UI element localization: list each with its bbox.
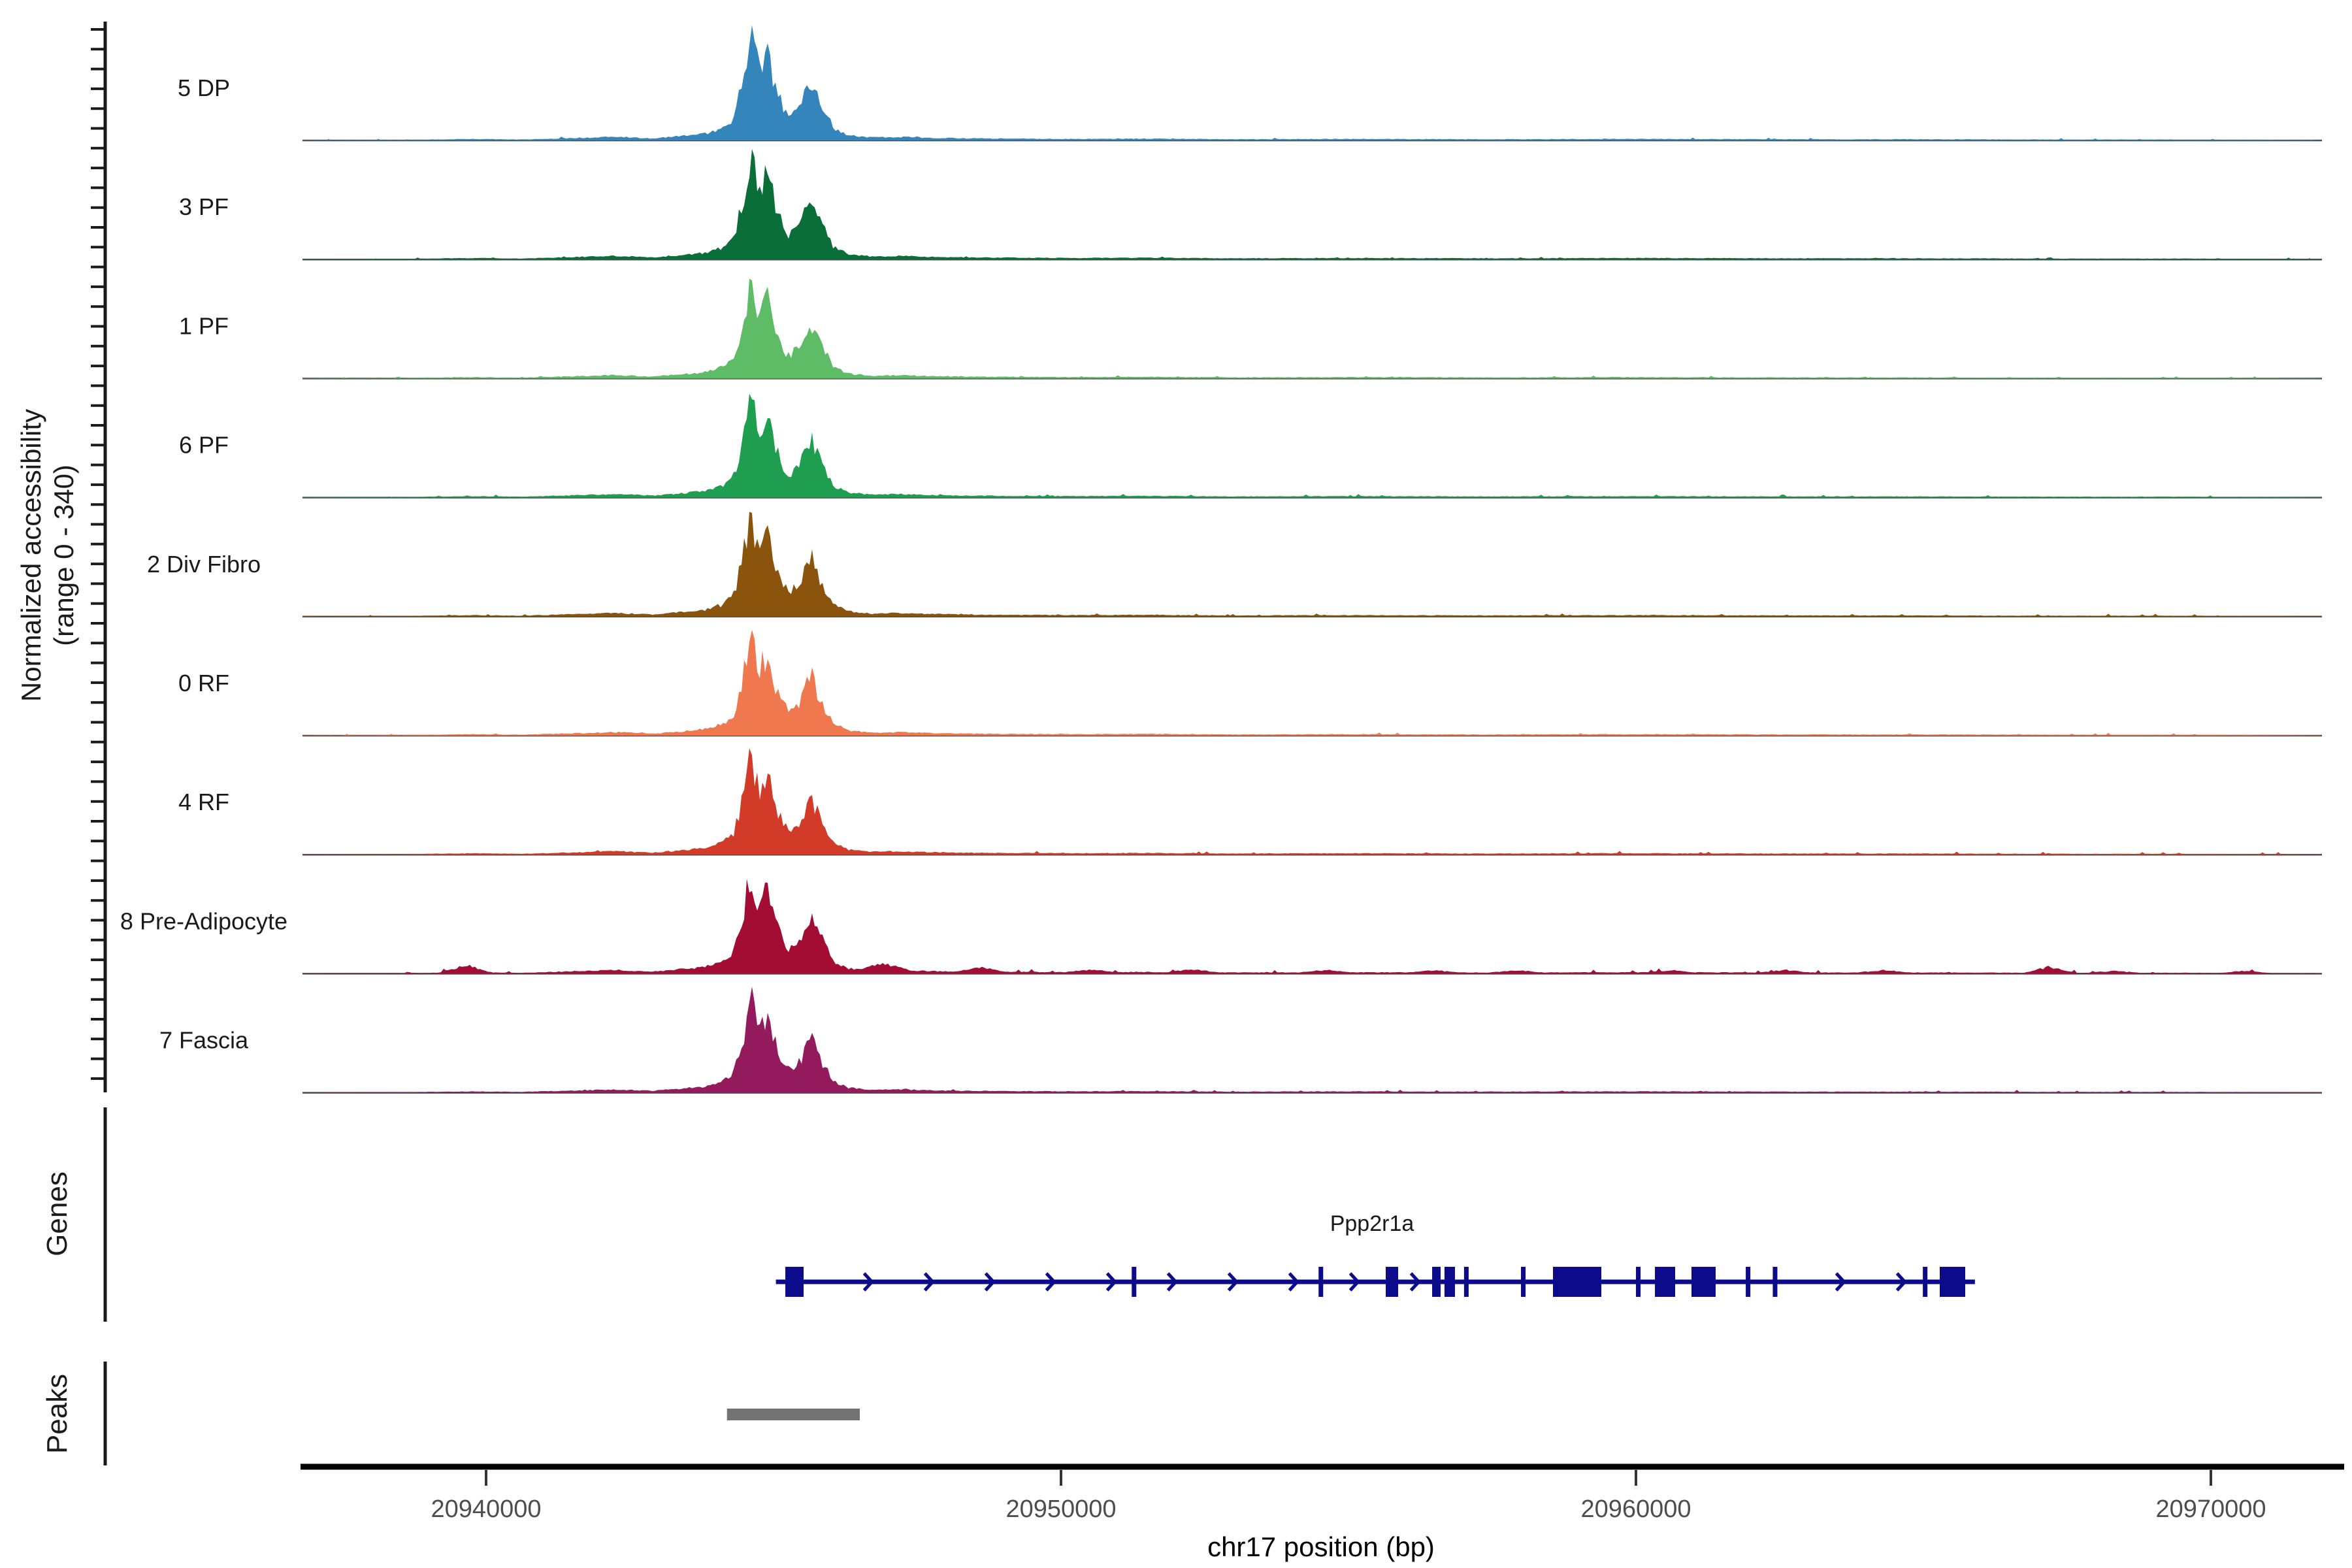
track-label: 4 RF: [178, 789, 229, 815]
gene-name-label: Ppp2r1a: [1330, 1211, 1414, 1236]
track-label: 7 Fascia: [159, 1027, 249, 1054]
gene-exon: [1746, 1267, 1750, 1297]
gene-exon: [1432, 1267, 1441, 1297]
peak-interval-bar: [727, 1409, 860, 1420]
track-labels: 5 DP 3 PF 1 PF 6 PF 2 Div Fibro 0 RF 4 RF 8 Pre…: [120, 74, 287, 1054]
coverage-area-3-pf: [302, 149, 2322, 259]
gene-exon: [785, 1267, 804, 1297]
x-axis-tick-label: 20940000: [431, 1495, 541, 1523]
track-label: 1 PF: [179, 312, 229, 339]
genomic-axis: 20940000 20950000 20960000 20970000: [301, 1467, 2344, 1523]
x-axis-tick-label: 20970000: [2155, 1495, 2266, 1523]
track-label: 3 PF: [179, 193, 229, 220]
y-axis-title-line2: (range 0 - 340): [48, 465, 79, 646]
track-label: 5 DP: [178, 74, 230, 101]
gene-exon: [1691, 1267, 1716, 1297]
gene-exon: [1132, 1267, 1136, 1297]
gene-exon: [1772, 1267, 1777, 1297]
peaks-panel-label: Peaks: [41, 1374, 73, 1454]
genes-panel-label: Genes: [41, 1171, 73, 1256]
gene-model: [105, 1107, 1975, 1322]
x-axis-tick-label: 20960000: [1580, 1495, 1691, 1523]
peaks-track: [105, 1362, 860, 1465]
coverage-area-1-pf: [302, 279, 2322, 379]
track-label: 6 PF: [179, 432, 229, 459]
gene-exon: [1940, 1267, 1965, 1297]
y-axis-title-line1: Normalized accessibility: [16, 409, 46, 702]
gene-exon: [1655, 1267, 1675, 1297]
gene-exon: [1386, 1267, 1398, 1297]
coverage-area-4-rf: [302, 748, 2322, 855]
track-label: 0 RF: [178, 670, 229, 696]
gene-exon: [1464, 1267, 1469, 1297]
gene-exon: [1318, 1267, 1323, 1297]
track-label: 8 Pre-Adipocyte: [120, 907, 287, 934]
gene-exon: [1636, 1267, 1641, 1297]
coverage-area-2-div-fibro: [302, 512, 2322, 617]
coverage-area-0-rf: [302, 630, 2322, 736]
gene-exon: [1445, 1267, 1455, 1297]
coverage-plot-page: 5 DP 3 PF 1 PF 6 PF 2 Div Fibro 0 RF 4 RF 8 Pre…: [0, 0, 2352, 1568]
gene-exon: [1521, 1267, 1526, 1297]
coverage-area-5-dp: [302, 25, 2322, 140]
gene-exon: [1923, 1267, 1927, 1297]
coverage-area-6-pf: [302, 394, 2322, 498]
x-axis-tick-label: 20950000: [1005, 1495, 1116, 1523]
x-axis-title: chr17 position (bp): [1207, 1531, 1435, 1562]
coverage-area-8-pre-adipocyte: [302, 879, 2322, 974]
track-label: 2 Div Fibro: [147, 551, 261, 578]
gene-exon: [1553, 1267, 1601, 1297]
accessibility-axis: [91, 22, 105, 1092]
coverage-tracks: [302, 25, 2322, 1093]
genome-coverage-plot: 5 DP 3 PF 1 PF 6 PF 2 Div Fibro 0 RF 4 RF 8 Pre…: [0, 0, 2352, 1568]
coverage-area-7-fascia: [302, 987, 2322, 1093]
